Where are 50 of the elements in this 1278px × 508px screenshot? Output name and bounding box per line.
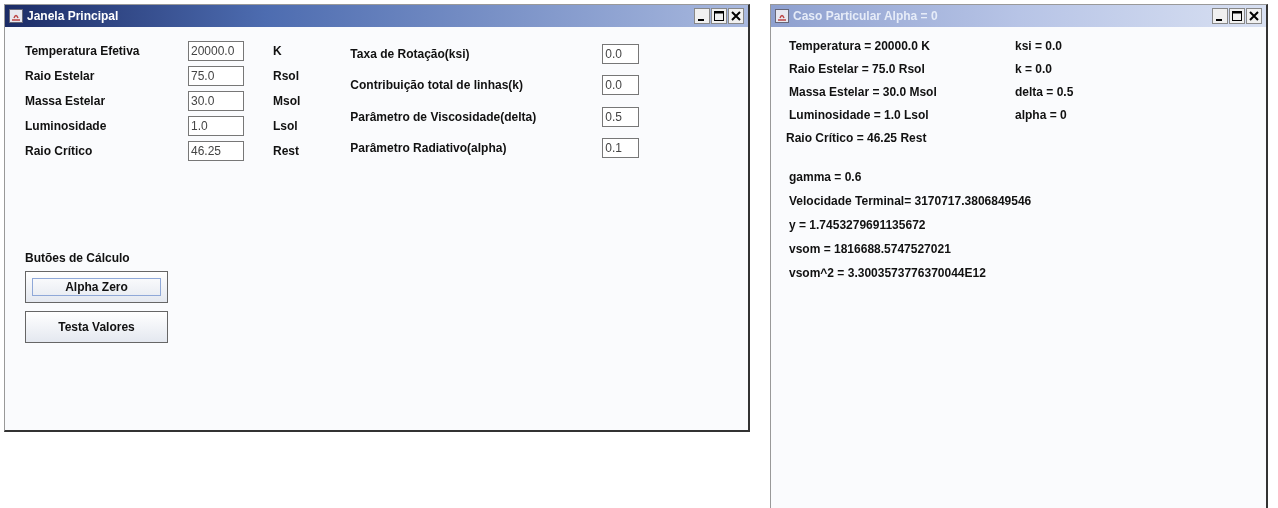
action-button[interactable]: Alpha Zero bbox=[25, 271, 168, 303]
unit-label: Lsol bbox=[273, 119, 299, 133]
result-text: gamma = 0.6 bbox=[789, 170, 863, 184]
unit-label: K bbox=[273, 44, 283, 58]
field-label: Raio Crítico bbox=[25, 144, 94, 158]
input-field[interactable]: 0.1 bbox=[602, 137, 640, 158]
minimize-icon[interactable] bbox=[1212, 8, 1228, 24]
result-text: Raio Estelar = 75.0 Rsol bbox=[789, 62, 926, 76]
input-field[interactable]: 0.0 bbox=[602, 75, 640, 96]
minimize-icon[interactable] bbox=[694, 8, 710, 24]
close-icon[interactable] bbox=[728, 8, 744, 24]
result-text: Temperatura = 20000.0 K bbox=[789, 39, 931, 53]
input-field[interactable]: 1.0 bbox=[188, 116, 244, 136]
result-text: Luminosidade = 1.0 Lsol bbox=[789, 108, 930, 122]
field-label: Taxa de Rotação(ksi) bbox=[350, 47, 471, 62]
field-label: Raio Estelar bbox=[25, 69, 96, 83]
window-title: Caso Particular Alpha = 0 bbox=[793, 9, 938, 23]
field-label: Massa Estelar bbox=[25, 94, 107, 108]
maximize-icon[interactable] bbox=[1229, 8, 1245, 24]
input-field[interactable]: 75.0 bbox=[188, 66, 244, 86]
app-icon bbox=[775, 9, 789, 23]
input-field[interactable]: 30.0 bbox=[188, 91, 244, 111]
unit-label: Rest bbox=[273, 144, 300, 158]
result-text: Velocidade Terminal= 3170717.3806849546 bbox=[789, 194, 1033, 208]
input-field[interactable]: 46.25 bbox=[188, 141, 244, 161]
input-field[interactable]: 20000.0 bbox=[188, 41, 244, 61]
result-text: y = 1.7453279691135672 bbox=[789, 218, 927, 232]
result-text: vsom^2 = 3.3003573776370044E12 bbox=[789, 266, 987, 280]
result-text: vsom = 1816688.5747527021 bbox=[789, 242, 952, 256]
input-field[interactable]: 0.5 bbox=[602, 106, 640, 127]
result-text: ksi = 0.0 bbox=[1015, 39, 1064, 53]
field-label: Luminosidade bbox=[25, 119, 108, 133]
field-label: Contribuição total de linhas(k) bbox=[350, 78, 525, 93]
result-text: k = 0.0 bbox=[1015, 62, 1054, 76]
action-button[interactable]: Testa Valores bbox=[25, 311, 168, 343]
result-text: alpha = 0 bbox=[1015, 108, 1068, 122]
window-title: Janela Principal bbox=[27, 9, 119, 23]
app-icon bbox=[9, 9, 23, 23]
maximize-icon[interactable] bbox=[711, 8, 727, 24]
field-label: Parâmetro Radiativo(alpha) bbox=[350, 140, 508, 155]
unit-label: Msol bbox=[273, 94, 301, 108]
result-text: delta = 0.5 bbox=[1015, 85, 1075, 99]
unit-label: Rsol bbox=[273, 69, 300, 83]
field-label: Temperatura Efetiva bbox=[25, 44, 141, 58]
result-text: Massa Estelar = 30.0 Msol bbox=[789, 85, 938, 99]
section-label: Butões de Cálculo bbox=[25, 251, 131, 265]
input-field[interactable]: 0.0 bbox=[602, 44, 640, 65]
field-label: Parâmetro de Viscosidade(delta) bbox=[350, 109, 538, 124]
result-text: Raio Crítico = 46.25 Rest bbox=[786, 131, 928, 145]
close-icon[interactable] bbox=[1246, 8, 1262, 24]
